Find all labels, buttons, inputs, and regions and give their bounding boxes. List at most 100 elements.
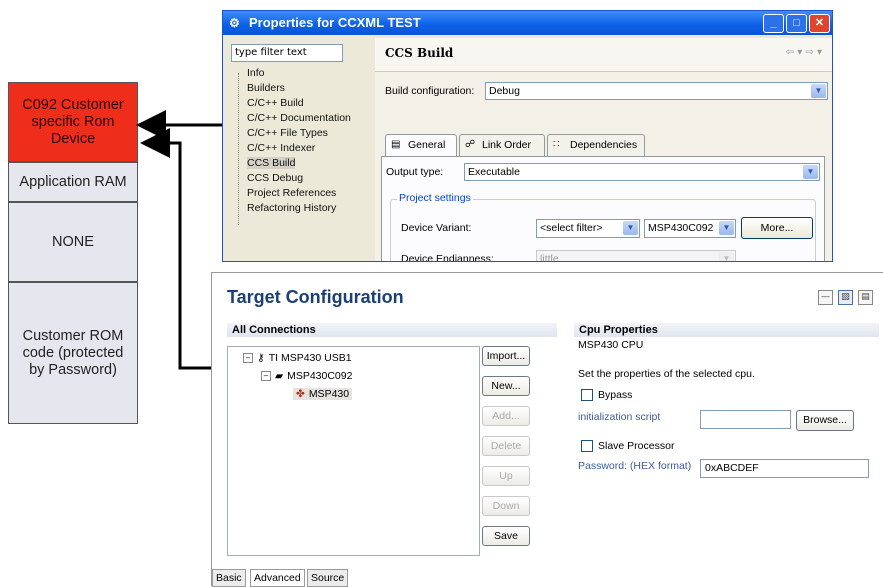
- tree-node-usb1[interactable]: – ⚷ TI MSP430 USB1: [243, 352, 352, 364]
- password-label: Password: (HEX format): [578, 460, 692, 472]
- chevron-down-icon: ▼: [623, 221, 638, 235]
- device-variant-filter-select[interactable]: <select filter> ▼: [536, 219, 640, 238]
- build-config-label: Build configuration:: [385, 85, 475, 97]
- import-button[interactable]: Import...: [482, 346, 530, 366]
- target-configuration-window: Target Configuration — ▧ ▤ All Connectio…: [211, 272, 883, 587]
- down-button[interactable]: Down: [482, 496, 530, 516]
- tab-general[interactable]: ▤ General: [385, 134, 457, 156]
- project-settings-group: Project settings Device Variant: <select…: [390, 192, 816, 262]
- browse-button[interactable]: Browse...: [796, 410, 854, 431]
- password-input[interactable]: 0xABCDEF: [700, 459, 869, 478]
- node-label: MSP430: [308, 388, 350, 400]
- panel-header: CCS Build ⇦ ▾ ⇨ ▾: [375, 38, 832, 72]
- device-variant-value: MSP430C092: [648, 222, 714, 234]
- properties-tree: Info Builders C/C++ Build C/C++ Document…: [229, 67, 379, 237]
- output-type-select[interactable]: Executable ▼: [464, 163, 820, 181]
- properties-title: Properties for CCXML TEST: [249, 15, 421, 30]
- panel-title: CCS Build: [385, 46, 454, 60]
- minimize-button[interactable]: _: [763, 14, 784, 33]
- collapse-icon[interactable]: –: [243, 353, 253, 364]
- device-variant-filter-value: <select filter>: [540, 222, 603, 234]
- tab-label: Dependencies: [570, 139, 638, 151]
- tree-item-cpp-file-types[interactable]: C/C++ File Types: [247, 127, 328, 139]
- add-button[interactable]: Add...: [482, 406, 530, 426]
- tab-dependencies[interactable]: ∷ Dependencies: [547, 134, 645, 156]
- tab-link-order[interactable]: ☍ Link Order: [459, 134, 545, 156]
- device-endianness-select[interactable]: little ▼: [536, 250, 736, 262]
- chevron-down-icon: ▼: [811, 84, 826, 98]
- memory-block-none: NONE: [8, 202, 138, 282]
- properties-window: ⚙ Properties for CCXML TEST _ □ ✕ type f…: [222, 10, 833, 262]
- tab-label: Link Order: [482, 139, 532, 151]
- memory-block-label: NONE: [52, 233, 94, 250]
- chevron-down-icon: ▼: [803, 165, 818, 179]
- tree-item-info[interactable]: Info: [247, 67, 265, 79]
- memory-block-customer-rom: Customer ROM code (protected by Password…: [8, 282, 138, 424]
- tab-basic[interactable]: Basic: [212, 569, 246, 587]
- tab-label: General: [408, 139, 446, 151]
- bypass-checkbox[interactable]: [581, 389, 593, 401]
- new-button[interactable]: New...: [482, 376, 530, 396]
- maximize-button[interactable]: □: [786, 14, 807, 33]
- tree-item-refactoring-history[interactable]: Refactoring History: [247, 202, 336, 214]
- cpu-description: Set the properties of the selected cpu.: [578, 368, 755, 380]
- nav-arrows-icon[interactable]: ⇦ ▾ ⇨ ▾: [786, 47, 822, 58]
- device-chip-icon: ▰: [275, 370, 284, 382]
- target-configuration-title: Target Configuration: [227, 287, 404, 307]
- tree-item-cpp-indexer[interactable]: C/C++ Indexer: [247, 142, 315, 154]
- node-label: MSP430C092: [287, 370, 353, 382]
- connection-icon: ⚷: [257, 352, 265, 364]
- ccs-build-panel: CCS Build ⇦ ▾ ⇨ ▾ Build configuration: D…: [375, 38, 832, 262]
- tree-item-cpp-documentation[interactable]: C/C++ Documentation: [247, 112, 351, 124]
- build-config-value: Debug: [489, 85, 520, 97]
- properties-window-icon: ⚙: [229, 16, 240, 30]
- filter-input[interactable]: type filter text: [231, 44, 343, 62]
- more-button[interactable]: More...: [741, 217, 813, 239]
- close-button[interactable]: ✕: [809, 14, 830, 33]
- up-button[interactable]: Up: [482, 466, 530, 486]
- save-button[interactable]: Save: [482, 526, 530, 546]
- general-tab-content: Output type: Executable ▼ Project settin…: [381, 156, 825, 262]
- delete-button[interactable]: Delete: [482, 436, 530, 456]
- init-script-input[interactable]: [700, 410, 791, 429]
- memory-block-rom-device: C092 Customer specific Rom Device: [8, 82, 138, 162]
- layout-horizontal-icon[interactable]: ▧: [838, 290, 853, 305]
- minimize-view-icon[interactable]: —: [818, 290, 833, 305]
- device-endianness-label: Device Endianness:: [401, 253, 494, 262]
- layout-vertical-icon[interactable]: ▤: [858, 290, 873, 305]
- memory-block-application-ram: Application RAM: [8, 162, 138, 202]
- tree-item-ccs-build[interactable]: CCS Build: [247, 157, 296, 169]
- tree-node-msp430[interactable]: ✤ MSP430: [293, 388, 353, 400]
- dependencies-icon: ∷: [553, 139, 560, 150]
- cpu-name: MSP430 CPU: [578, 339, 644, 351]
- tab-advanced[interactable]: Advanced: [250, 569, 305, 587]
- output-type-label: Output type:: [386, 166, 444, 178]
- bypass-label: Bypass: [598, 389, 633, 401]
- device-endianness-value: little: [540, 253, 559, 262]
- tree-item-ccs-debug[interactable]: CCS Debug: [247, 172, 303, 184]
- device-variant-select[interactable]: MSP430C092 ▼: [644, 219, 736, 238]
- memory-block-label: C092 Customer specific Rom Device: [22, 96, 124, 147]
- output-type-value: Executable: [468, 166, 520, 178]
- chevron-down-icon: ▼: [719, 221, 734, 235]
- build-config-select[interactable]: Debug ▼: [485, 82, 828, 100]
- device-variant-label: Device Variant:: [401, 222, 472, 234]
- tab-source[interactable]: Source: [307, 569, 349, 587]
- tree-node-msp430c092[interactable]: – ▰ MSP430C092: [261, 370, 352, 382]
- collapse-icon[interactable]: –: [261, 371, 271, 382]
- tree-item-cpp-build[interactable]: C/C++ Build: [247, 97, 304, 109]
- init-script-label: initialization script: [578, 411, 661, 423]
- node-label: TI MSP430 USB1: [268, 352, 352, 364]
- cpu-properties-header: Cpu Properties: [574, 323, 879, 337]
- tree-item-builders[interactable]: Builders: [247, 82, 285, 94]
- memory-block-label: Application RAM: [19, 173, 127, 190]
- all-connections-header: All Connections: [227, 323, 557, 337]
- tree-guide-line: [238, 73, 240, 225]
- memory-block-label: Customer ROM code (protected by Password…: [22, 327, 124, 378]
- tree-item-project-references[interactable]: Project References: [247, 187, 336, 199]
- slave-processor-checkbox[interactable]: [581, 440, 593, 452]
- slave-processor-label: Slave Processor: [598, 440, 675, 452]
- cpu-icon: ✤: [296, 388, 305, 400]
- project-settings-title: Project settings: [397, 192, 473, 204]
- connections-tree: – ⚷ TI MSP430 USB1 – ▰ MSP430C092 ✤ MSP430: [227, 346, 480, 556]
